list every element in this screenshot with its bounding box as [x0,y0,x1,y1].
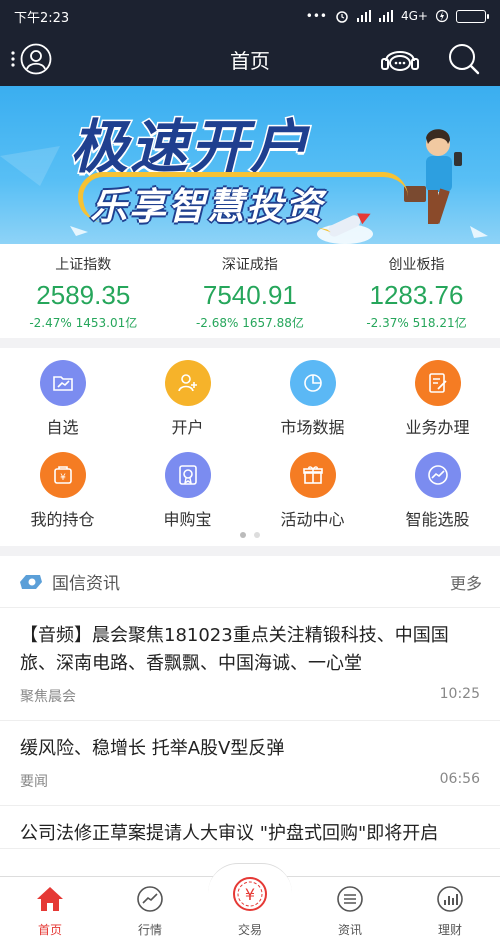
news-icon [337,886,363,912]
svg-text:¥: ¥ [60,473,66,483]
banner-subline: 乐享智慧投资 [90,185,324,228]
index-change: -2.68% 1657.88亿 [195,316,304,330]
grid-item-label: 智能选股 [405,510,470,529]
tab-label: 资讯 [337,923,362,937]
grid-item-watchlist[interactable]: 自选 [0,348,125,438]
news-eye-icon [20,574,42,589]
customer-service-button[interactable] [380,41,422,77]
grid-item-label: 自选 [46,418,79,437]
home-icon [37,887,63,911]
tab-label: 交易 [237,923,262,937]
news-item[interactable]: 【音频】晨会聚焦181023重点关注精锻科技、中国国旅、深南电路、香飘飘、中国海… [0,608,500,721]
bar-chart-icon [437,886,463,912]
alarm-icon [336,11,348,23]
news-headline: 公司法修正草案提请人大审议 "护盘式回购"即将开启 [20,823,439,844]
add-user-icon [164,360,211,406]
page-title: 首页 [230,48,270,73]
grid-item-subscription[interactable]: 申购宝 [125,440,250,530]
news-source: 要闻 [20,774,48,790]
grid-item-label: 我的持仓 [30,510,95,529]
grid-item-label: 申购宝 [163,510,212,529]
news-time: 10:25 [439,686,480,702]
news-header-title: 国信资讯 [52,574,120,594]
tab-home[interactable]: 首页 [0,877,100,941]
status-icons: ••• 4G+ [305,9,489,23]
pie-chart-icon [289,360,336,406]
more-vertical-icon [11,51,15,67]
tab-label: 首页 [37,923,62,937]
status-time: 下午2:23 [14,10,70,26]
promo-banner[interactable]: 极速开户 乐享智慧投资 [0,86,500,244]
grid-item-activity[interactable]: 活动中心 [250,440,375,530]
grid-item-label: 开户 [171,418,204,437]
top-nav-bar: 首页 [0,32,500,86]
index-value: 2589.35 [36,280,131,310]
user-button[interactable] [10,41,52,77]
news-item[interactable]: 缓风险、稳增长 托举A股V型反弹 要闻 06:56 [0,721,500,806]
index-name: 创业板指 [388,257,445,273]
signal-icon [357,10,371,22]
tab-trade[interactable]: ¥ 交易 [200,867,300,937]
tab-market[interactable]: 行情 [100,877,200,941]
customer-service-icon [381,51,419,71]
grid-item-positions[interactable]: ¥ 我的持仓 [0,440,125,530]
tab-wealth[interactable]: 理财 [400,877,500,941]
svg-text:¥: ¥ [245,885,255,904]
index-value: 7540.91 [202,280,297,310]
grid-item-market-data[interactable]: 市场数据 [250,348,375,438]
grid-item-open-account[interactable]: 开户 [125,348,250,438]
index-quote[interactable]: 创业板指 1283.76 -2.37% 518.21亿 [333,244,500,338]
search-icon [449,44,480,75]
status-bar: 下午2:23 ••• 4G+ [0,0,500,32]
more-icon: ••• [305,9,327,23]
function-grid: 自选 开户 市场数据 业务办理 ¥ 我的持仓 申购宝 活动中心 智能选股 [0,348,500,546]
news-time: 06:56 [439,771,480,787]
signal-icon [379,10,393,22]
grid-item-label: 业务办理 [405,418,470,437]
form-icon [414,360,461,406]
page-dot [240,532,246,538]
index-quote[interactable]: 深证成指 7540.91 -2.68% 1657.88亿 [167,244,334,338]
search-button[interactable] [446,41,488,77]
page-indicator [0,532,500,538]
news-meta: 聚焦晨会 10:25 [20,686,480,720]
market-index-panel: 上证指数 2589.35 -2.47% 1453.01亿 深证成指 7540.9… [0,244,500,338]
yuan-icon: ¥ [233,877,267,911]
network-4g-icon: 4G+ [401,9,428,23]
index-value: 1283.76 [369,280,464,310]
user-icon [20,43,52,75]
index-quote[interactable]: 上证指数 2589.35 -2.47% 1453.01亿 [0,244,167,338]
news-meta: 要闻 06:56 [20,771,480,805]
page-dot [254,532,260,538]
grid-item-label: 市场数据 [280,418,345,437]
news-headline: 【音频】晨会聚焦181023重点关注精锻科技、中国国旅、深南电路、香飘飘、中国海… [20,625,449,674]
wallet-icon: ¥ [39,452,86,498]
index-name: 深证成指 [221,257,278,273]
app-root: 下午2:23 ••• 4G+ 首页 极速开户 乐享智慧投资 上证指数 2589.… [0,0,500,941]
chart-icon [39,360,86,406]
tab-label: 理财 [437,923,462,937]
news-item[interactable]: 公司法修正草案提请人大审议 "护盘式回购"即将开启 [0,806,500,849]
flash-icon [436,9,448,23]
trend-icon [137,886,163,912]
certificate-icon [164,452,211,498]
grid-item-label: 活动中心 [280,510,345,529]
index-change: -2.47% 1453.01亿 [29,316,138,330]
grid-item-smart-pick[interactable]: 智能选股 [375,440,500,530]
tab-news[interactable]: 资讯 [300,877,400,941]
tab-label: 行情 [137,923,162,937]
grid-item-business[interactable]: 业务办理 [375,348,500,438]
news-headline: 缓风险、稳增长 托举A股V型反弹 [20,738,285,759]
gift-icon [289,452,336,498]
index-change: -2.37% 518.21亿 [366,316,467,330]
bottom-tab-bar: 首页 行情 ¥ 交易 资讯 理财 [0,863,500,941]
news-section: 国信资讯 更多 【音频】晨会聚焦181023重点关注精锻科技、中国国旅、深南电路… [0,556,500,876]
battery-icon [456,9,489,23]
index-name: 上证指数 [55,257,112,273]
news-source: 聚焦晨会 [20,689,76,705]
news-more-link[interactable]: 更多 [450,570,482,594]
trend-icon [414,452,461,498]
news-header: 国信资讯 更多 [0,556,500,608]
